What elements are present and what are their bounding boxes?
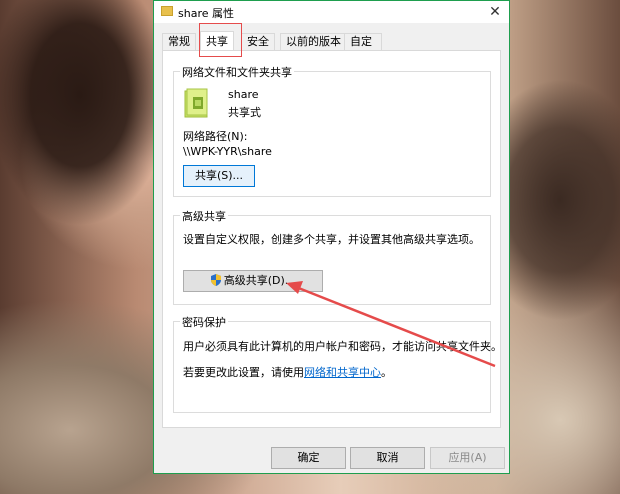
tab-general[interactable]: 常规 bbox=[162, 33, 196, 50]
share-button-label: 共享(S)... bbox=[194, 169, 244, 182]
password-group-title: 密码保护 bbox=[180, 314, 228, 330]
apply-button-label: 应用(A) bbox=[448, 451, 487, 464]
network-sharing-center-link[interactable]: 网络和共享中心 bbox=[304, 366, 381, 379]
network-path-value: \\WPK-YYR\share bbox=[183, 145, 272, 158]
cancel-button[interactable]: 取消 bbox=[350, 447, 425, 469]
folder-name: share bbox=[228, 88, 259, 101]
advanced-share-group-title: 高级共享 bbox=[180, 208, 228, 224]
network-share-group-title: 网络文件和文件夹共享 bbox=[180, 64, 294, 80]
uac-shield-icon bbox=[210, 274, 221, 286]
folder-icon bbox=[161, 6, 173, 16]
tab-highlight-box bbox=[199, 23, 242, 57]
advanced-share-button[interactable]: 高级共享(D)... bbox=[183, 270, 323, 292]
password-protection-text: 用户必须具有此计算机的用户帐户和密码，才能访问共享文件夹。 bbox=[183, 340, 502, 353]
tab-previous-versions[interactable]: 以前的版本 bbox=[280, 33, 347, 50]
close-button[interactable]: ✕ bbox=[481, 1, 509, 23]
tab-strip: 常规 共享 安全 以前的版本 自定义 bbox=[162, 31, 382, 64]
ok-button[interactable]: 确定 bbox=[271, 447, 346, 469]
ok-button-label: 确定 bbox=[297, 451, 320, 464]
title-bar: share 属性 ✕ bbox=[154, 1, 509, 23]
password-settings-suffix: 。 bbox=[381, 366, 392, 379]
password-settings-text: 若要更改此设置，请使用网络和共享中心。 bbox=[183, 364, 392, 380]
apply-button[interactable]: 应用(A) bbox=[430, 447, 505, 469]
network-path-label: 网络路径(N): bbox=[183, 130, 248, 143]
properties-dialog: share 属性 ✕ 常规 共享 安全 以前的版本 自定义 网络文件和文件夹共享… bbox=[153, 0, 510, 474]
folder-share-status: 共享式 bbox=[228, 106, 261, 119]
shared-folder-icon bbox=[184, 88, 208, 118]
cancel-button-label: 取消 bbox=[376, 451, 399, 464]
password-settings-prefix: 若要更改此设置，请使用 bbox=[183, 366, 304, 379]
advanced-share-description: 设置自定义权限，创建多个共享，并设置其他高级共享选项。 bbox=[183, 233, 480, 246]
share-button[interactable]: 共享(S)... bbox=[183, 165, 255, 187]
tab-customize[interactable]: 自定义 bbox=[344, 33, 382, 64]
advanced-share-button-label: 高级共享(D)... bbox=[223, 274, 296, 287]
window-title: share 属性 bbox=[178, 7, 234, 20]
tab-security[interactable]: 安全 bbox=[241, 33, 275, 50]
